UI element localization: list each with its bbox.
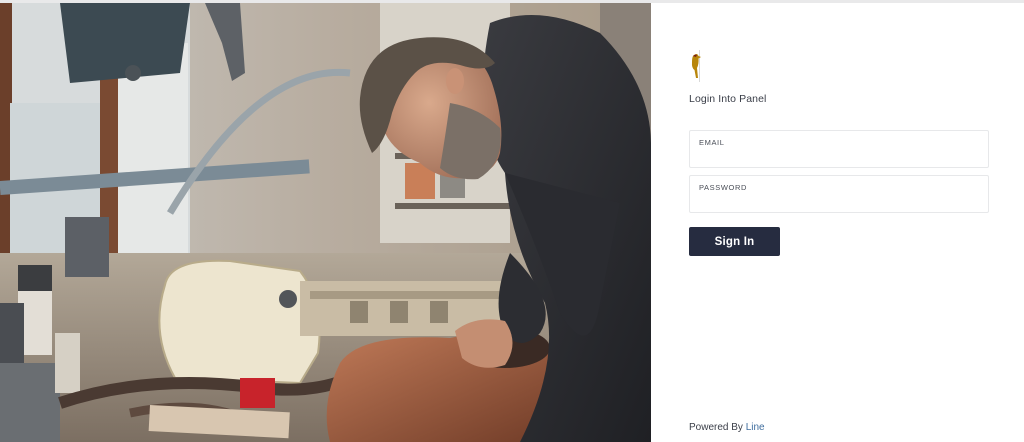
- email-label: EMAIL: [699, 138, 725, 147]
- hero-image: [0, 3, 651, 442]
- email-input[interactable]: [698, 149, 980, 165]
- login-panel: Login Into Panel EMAIL PASSWORD Sign In …: [651, 3, 1024, 442]
- email-field[interactable]: EMAIL: [689, 130, 989, 168]
- login-page: Login Into Panel EMAIL PASSWORD Sign In …: [0, 0, 1024, 442]
- password-field[interactable]: PASSWORD: [689, 175, 989, 213]
- password-label: PASSWORD: [699, 183, 747, 192]
- sign-in-button[interactable]: Sign In: [689, 227, 780, 256]
- password-input[interactable]: [698, 194, 980, 210]
- brand-link[interactable]: Line: [746, 422, 765, 433]
- login-title: Login Into Panel: [689, 93, 767, 105]
- woodpecker-logo-icon: [689, 50, 703, 82]
- powered-by-footer: Powered By Line: [689, 422, 765, 433]
- powered-by-text: Powered By: [689, 422, 743, 433]
